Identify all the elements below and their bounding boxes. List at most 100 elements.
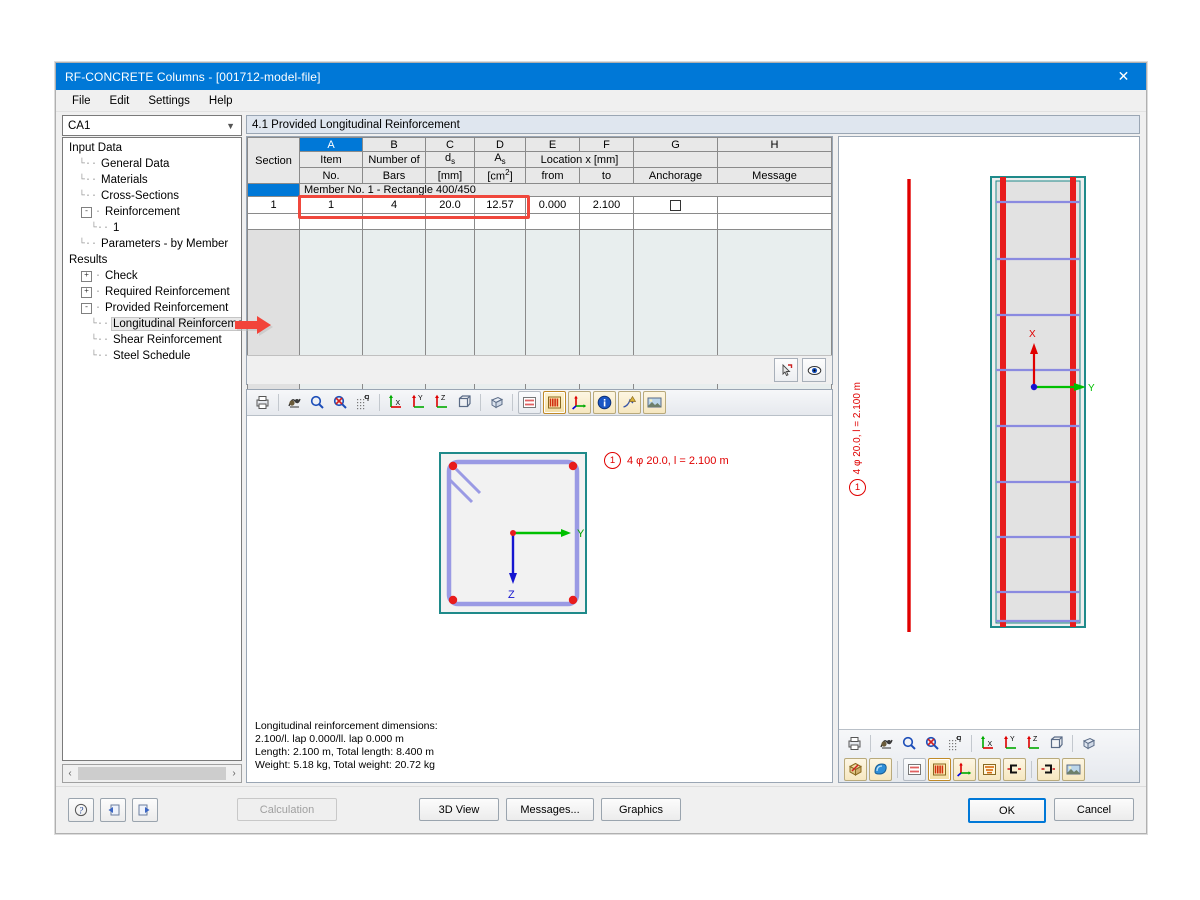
render-button[interactable] <box>284 392 305 413</box>
view-perspective-button[interactable] <box>486 392 507 413</box>
cell-empty[interactable] <box>525 213 580 230</box>
column-letter-F[interactable]: F <box>579 137 634 152</box>
zoom-in-button[interactable] <box>307 392 328 413</box>
render-button[interactable] <box>876 733 897 754</box>
prev-window-button[interactable] <box>100 798 126 822</box>
cell-number_of_bars[interactable]: 4 <box>362 196 426 214</box>
close-icon[interactable]: ✕ <box>1101 63 1146 90</box>
print-button[interactable] <box>252 392 273 413</box>
cancel-button[interactable]: Cancel <box>1054 798 1134 821</box>
column-letter-E[interactable]: E <box>525 137 580 152</box>
view-y-button[interactable]: Y <box>408 392 429 413</box>
view-z-button[interactable]: Z <box>431 392 452 413</box>
results-table[interactable]: Section A B C D E F G H Item Number of ds As Location… <box>247 137 832 391</box>
show-stirrups-button[interactable] <box>978 757 1001 781</box>
navigator-tree[interactable]: Input Data └·· General Data └·· Materials └··… <box>62 137 242 761</box>
sidebar-item-cross-sections[interactable]: └·· Cross-Sections <box>63 188 241 204</box>
sidebar-item-longitudinal-reinforcement[interactable]: └·· Longitudinal Reinforcement <box>63 316 241 332</box>
sidebar-item-shear-reinforcement[interactable]: └·· Shear Reinforcement <box>63 332 241 348</box>
graphics-button[interactable]: Graphics <box>601 798 681 821</box>
cell-ds[interactable]: 20.0 <box>425 196 475 214</box>
next-window-button[interactable] <box>132 798 158 822</box>
sidebar-item-results[interactable]: Results <box>63 252 241 268</box>
scroll-left-icon[interactable]: ‹ <box>63 768 77 779</box>
cell-section[interactable]: 1 <box>247 196 300 214</box>
view-x-button[interactable]: X <box>385 392 406 413</box>
column-letter-H[interactable]: H <box>717 137 832 152</box>
show-axes-button[interactable] <box>953 757 976 781</box>
cell-to[interactable]: 2.100 <box>579 196 634 214</box>
column-letter-C[interactable]: C <box>425 137 475 152</box>
sidebar-item-steel-schedule[interactable]: └·· Steel Schedule <box>63 348 241 364</box>
column-header-section[interactable]: Section <box>247 137 300 184</box>
member-3d-view-panel[interactable]: X Y 4 φ 20.0, l = 2.100 m 1 X Y Z <box>838 136 1140 783</box>
cell-item_no[interactable]: 1 <box>299 196 363 214</box>
background-button[interactable] <box>643 391 666 414</box>
column-letter-D[interactable]: D <box>474 137 526 152</box>
zoom-reset-button[interactable] <box>330 392 351 413</box>
scroll-right-icon[interactable]: › <box>227 768 241 779</box>
show-anchorage-left-button[interactable] <box>1003 757 1026 781</box>
messages-button[interactable]: Messages... <box>506 798 594 821</box>
grid-snap-button[interactable] <box>353 392 374 413</box>
show-axes-button[interactable] <box>568 391 591 414</box>
solid-model-button[interactable] <box>844 757 867 781</box>
cell-as[interactable]: 12.57 <box>474 196 526 214</box>
calculation-button[interactable]: Calculation <box>237 798 337 821</box>
cell-empty[interactable] <box>579 213 634 230</box>
view-perspective-button[interactable] <box>1078 733 1099 754</box>
anchorage-checkbox[interactable] <box>670 199 681 211</box>
expand-icon[interactable]: + <box>81 270 92 282</box>
cell-empty[interactable] <box>425 213 475 230</box>
pick-from-graphic-button[interactable] <box>774 358 798 382</box>
info-button[interactable] <box>593 391 616 414</box>
collapse-icon[interactable]: - <box>81 206 92 218</box>
cell-empty[interactable] <box>474 213 526 230</box>
show-anchorage-right-button[interactable] <box>1037 757 1060 781</box>
table-empty-row[interactable] <box>247 213 832 230</box>
3d-view-button[interactable]: 3D View <box>419 798 499 821</box>
column-letter-G[interactable]: G <box>633 137 718 152</box>
sidebar-item-required-reinforcement[interactable]: + · Required Reinforcement <box>63 284 241 300</box>
case-selector-combobox[interactable]: CA1 ▼ <box>62 115 242 136</box>
sidebar-item-parameters-by-member[interactable]: └·· Parameters - by Member <box>63 236 241 252</box>
sidebar-item-check[interactable]: + · Check <box>63 268 241 284</box>
cell-empty[interactable] <box>299 213 363 230</box>
cell-empty[interactable] <box>247 213 300 230</box>
menu-item-help[interactable]: Help <box>201 93 241 109</box>
table-row[interactable]: 1 1 4 20.0 12.57 0.000 2.100 <box>247 196 832 214</box>
ok-button[interactable]: OK <box>968 798 1046 823</box>
show-dimensions-button[interactable] <box>618 391 641 414</box>
show-sections-button[interactable] <box>518 391 541 414</box>
sidebar-item-input-data[interactable]: Input Data <box>63 140 241 156</box>
menu-item-edit[interactable]: Edit <box>102 93 138 109</box>
collapse-icon[interactable]: - <box>81 302 92 314</box>
print-button[interactable] <box>844 733 865 754</box>
zoom-reset-button[interactable] <box>922 733 943 754</box>
show-sections-button[interactable] <box>903 757 926 781</box>
scrollbar-thumb[interactable] <box>78 767 226 780</box>
sidebar-item-general-data[interactable]: └·· General Data <box>63 156 241 172</box>
zoom-in-button[interactable] <box>899 733 920 754</box>
menu-item-settings[interactable]: Settings <box>140 93 198 109</box>
shaded-model-button[interactable] <box>869 757 892 781</box>
sidebar-item-1[interactable]: └·· 1 <box>63 220 241 236</box>
view-x-button[interactable]: X <box>977 733 998 754</box>
sidebar-item-reinforcement[interactable]: - · Reinforcement <box>63 204 241 220</box>
menu-item-file[interactable]: File <box>64 93 99 109</box>
grid-snap-button[interactable] <box>945 733 966 754</box>
help-button[interactable]: ? <box>68 798 94 822</box>
column-letter-A[interactable]: A <box>299 137 363 152</box>
cell-empty[interactable] <box>633 213 718 230</box>
background-button[interactable] <box>1062 757 1085 781</box>
sidebar-item-provided-reinforcement[interactable]: - · Provided Reinforcement <box>63 300 241 316</box>
view-y-button[interactable]: Y <box>1000 733 1021 754</box>
view-iso-button[interactable] <box>454 392 475 413</box>
navigator-horizontal-scrollbar[interactable]: ‹ › <box>62 764 242 783</box>
cell-empty[interactable] <box>362 213 426 230</box>
view-mode-button[interactable] <box>802 358 826 382</box>
column-letter-B[interactable]: B <box>362 137 426 152</box>
sidebar-item-materials[interactable]: └·· Materials <box>63 172 241 188</box>
view-iso-button[interactable] <box>1046 733 1067 754</box>
show-reinforcement-button[interactable] <box>543 391 566 414</box>
